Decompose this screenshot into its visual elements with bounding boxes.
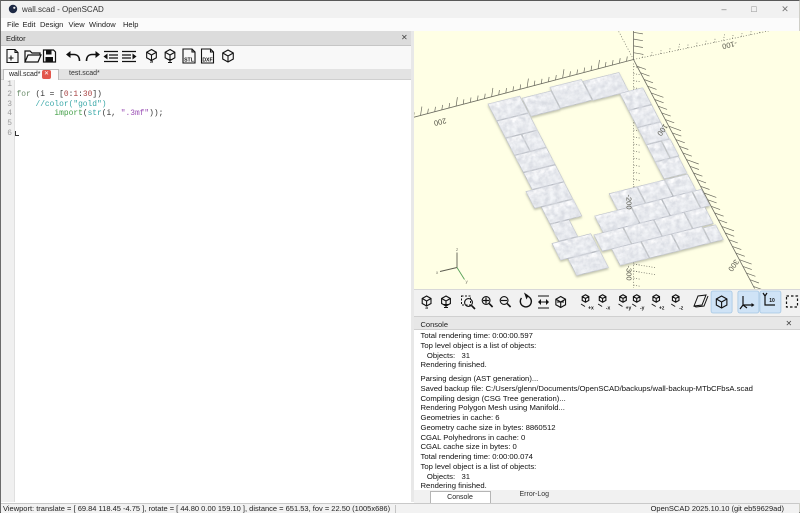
- svg-text:-x: -x: [605, 306, 610, 312]
- svg-text:»: »: [150, 60, 154, 66]
- svg-text:x: x: [436, 270, 439, 275]
- svg-text:STL: STL: [184, 58, 195, 64]
- svg-text:z: z: [456, 247, 459, 252]
- svg-text:200: 200: [432, 116, 446, 128]
- svg-text:+y: +y: [625, 306, 631, 312]
- svg-text:+x: +x: [588, 306, 594, 312]
- svg-text:+z: +z: [658, 306, 664, 312]
- svg-text:»: »: [425, 306, 428, 312]
- svg-text:-100: -100: [721, 39, 738, 51]
- svg-text:y: y: [465, 279, 468, 284]
- svg-text:DXF: DXF: [202, 58, 212, 64]
- svg-text:-300: -300: [624, 265, 633, 280]
- svg-text:-y: -y: [639, 306, 644, 312]
- svg-text:10: 10: [769, 298, 775, 304]
- svg-text:-z: -z: [679, 306, 684, 312]
- svg-text:300: 300: [726, 258, 741, 273]
- svg-text:-200: -200: [624, 194, 633, 209]
